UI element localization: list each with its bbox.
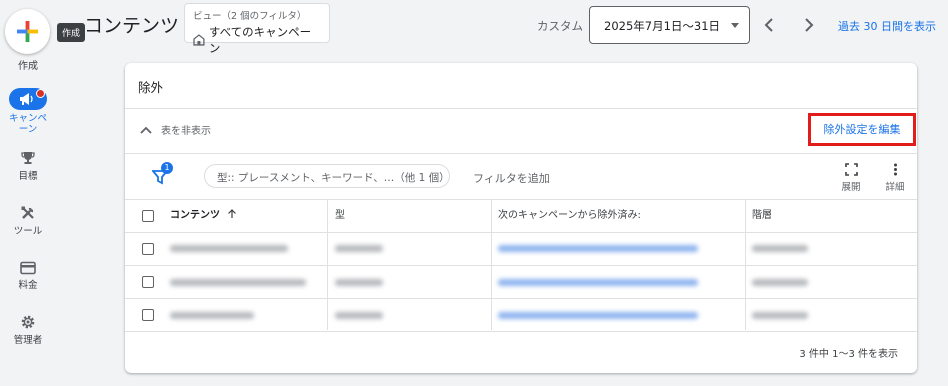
date-mode-label: カスタム [537,19,583,33]
redacted-campaign-link[interactable] [498,279,698,286]
filter-count-badge: 1 [161,162,173,174]
row-divider [125,298,917,299]
campaigns-pill [9,88,47,110]
sort-ascending-icon [228,209,237,218]
column-header-level[interactable]: 階層 [752,200,772,232]
trophy-icon [21,152,35,164]
nav-campaigns[interactable]: キャンペーン [0,88,56,135]
create-label: 作成 [18,61,38,72]
redacted-level [752,279,808,286]
card-title: 除外 [138,80,164,95]
chevron-up-icon [140,126,152,134]
view-name: すべてのキャンペーン [208,25,312,55]
redacted-campaign-link[interactable] [498,245,698,252]
column-header-content-label: コンテンツ [170,210,220,221]
fullscreen-icon [844,163,858,176]
details-button[interactable]: 詳細 [880,163,910,193]
hide-table-label: 表を非表示 [161,126,211,137]
view-selector[interactable]: ビュー（2 個のフィルタ） すべてのキャンペーン [184,3,330,55]
nav-campaigns-label: キャンペーン [8,113,47,135]
redacted-level [752,245,808,252]
redacted-content [170,279,306,286]
chevron-left-icon[interactable] [760,15,780,35]
tools-icon [21,206,34,219]
divider [125,108,917,109]
exclusions-card: 除外 表を非表示 除外設定を編集 1 型:: プレースメント、キーワード、…（他… [125,63,917,373]
column-header-type[interactable]: 型 [335,200,345,232]
megaphone-icon [20,93,33,105]
row-divider [125,265,917,266]
nav-billing[interactable]: 料金 [0,261,56,291]
page-title: コンテンツ [84,15,180,37]
details-label: 詳細 [885,182,905,193]
redacted-type [335,279,383,286]
expand-button[interactable]: 展開 [836,163,866,193]
row-checkbox[interactable] [142,309,154,321]
redacted-level [752,312,808,319]
left-rail: 作成 キャンペーン 目標 ツール 料金 管理者 [0,0,56,386]
redacted-type [335,312,383,319]
nav-admin[interactable]: 管理者 [0,314,56,346]
nav-admin-label: 管理者 [13,335,43,346]
type-filter-chip[interactable]: 型:: プレースメント、キーワード、…（他 1 個） [204,164,450,188]
redacted-content [170,245,288,252]
view-filter-count: ビュー（2 個のフィルタ） [193,11,307,22]
expand-label: 展開 [841,182,861,193]
hide-table-toggle[interactable]: 表を非表示 [139,122,211,137]
select-all-checkbox[interactable] [142,210,154,222]
nav-billing-label: 料金 [18,280,38,291]
create-tooltip: 作成 [57,23,86,42]
row-divider [125,232,917,233]
nav-tools-label: ツール [13,226,43,237]
redacted-type [335,245,383,252]
date-range-value: 2025年7月1日〜31日 [604,19,721,33]
gear-icon [21,315,35,329]
plus-icon [16,20,39,43]
billing-card-icon [20,261,36,275]
column-header-excluded-from[interactable]: 次のキャンペーンから除外済み: [498,200,641,232]
pagination-summary: 3 件中 1〜3 件を表示 [799,349,898,360]
date-range-select[interactable]: 2025年7月1日〜31日 [589,6,750,44]
divider [125,153,917,154]
redacted-campaign-link[interactable] [498,312,698,319]
redacted-content [170,312,254,319]
more-vertical-icon [893,163,897,176]
row-divider [125,331,917,332]
building-icon [193,34,205,46]
nav-tools[interactable]: ツール [0,205,56,237]
create-button[interactable] [5,9,50,54]
column-header-content[interactable]: コンテンツ [170,200,237,232]
chevron-right-icon[interactable] [798,15,818,35]
add-filter-button[interactable]: フィルタを追加 [473,170,550,186]
edit-exclusions-button[interactable]: 除外設定を編集 [808,113,916,146]
row-checkbox[interactable] [142,276,154,288]
row-checkbox[interactable] [142,243,154,255]
dropdown-caret-icon [731,23,739,28]
notification-dot [36,89,45,98]
nav-goals[interactable]: 目標 [0,150,56,182]
nav-goals-label: 目標 [18,171,38,182]
show-last-30-days-link[interactable]: 過去 30 日間を表示 [838,18,936,34]
